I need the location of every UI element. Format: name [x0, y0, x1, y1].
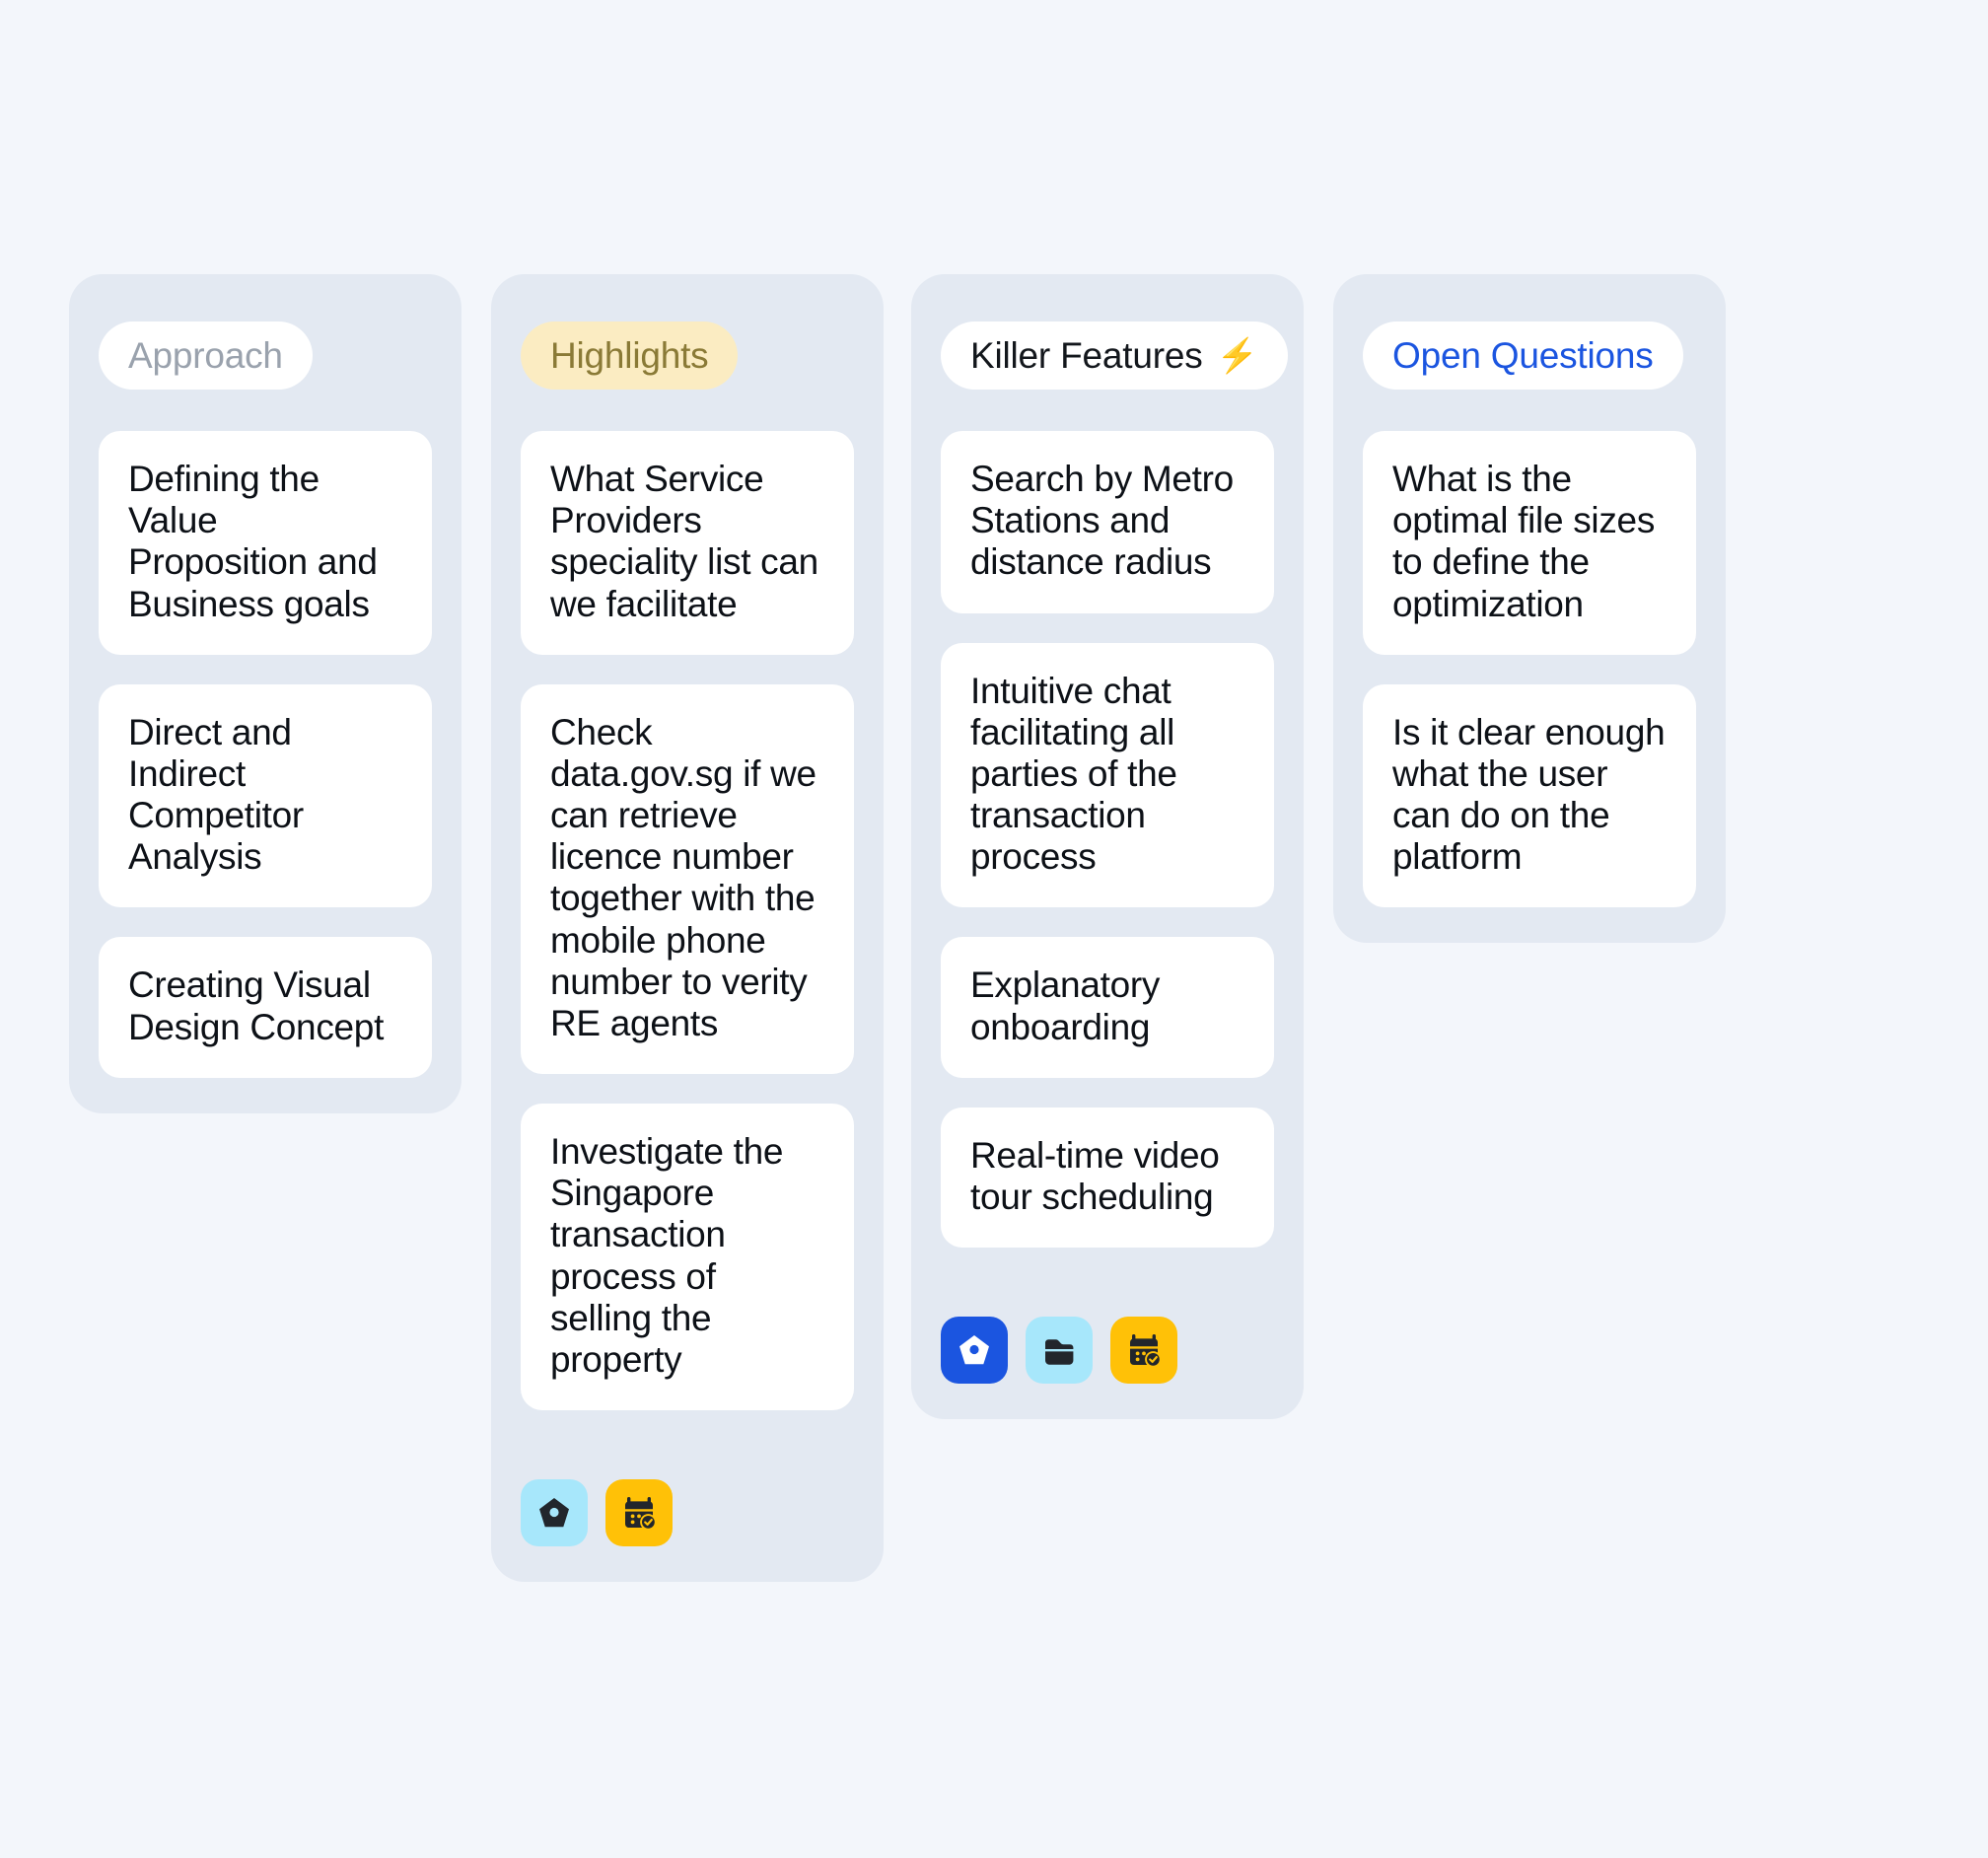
- card[interactable]: Creating Visual Design Concept: [99, 937, 432, 1078]
- card[interactable]: What Service Providers speciality list c…: [521, 431, 854, 655]
- lightning-bolt-icon: ⚡: [1216, 336, 1258, 375]
- card[interactable]: Explanatory onboarding: [941, 937, 1274, 1078]
- calendar-check-icon[interactable]: [605, 1479, 673, 1547]
- home-icon[interactable]: [941, 1317, 1008, 1385]
- card[interactable]: Direct and Indirect Competitor Analysis: [99, 683, 432, 908]
- column-header-killer-features[interactable]: Killer Features ⚡: [941, 322, 1288, 390]
- board-column-killer-features[interactable]: Killer Features ⚡ Search by Metro Statio…: [911, 274, 1304, 1420]
- column-icon-row: [941, 1317, 1177, 1385]
- board-column-approach[interactable]: Approach Defining the Value Proposition …: [69, 274, 462, 1113]
- column-header-highlights[interactable]: Highlights: [521, 322, 739, 390]
- column-header-approach[interactable]: Approach: [99, 322, 313, 390]
- card[interactable]: Check data.gov.sg if we can retrieve lic…: [521, 683, 854, 1075]
- card[interactable]: What is the optimal file sizes to define…: [1363, 431, 1696, 655]
- kanban-board: Approach Defining the Value Proposition …: [0, 0, 1988, 1858]
- card[interactable]: Search by Metro Stations and distance ra…: [941, 431, 1274, 613]
- home-icon[interactable]: [521, 1479, 588, 1547]
- card[interactable]: Real-time video tour scheduling: [941, 1107, 1274, 1249]
- column-icon-row: [521, 1479, 673, 1547]
- board-column-open-questions[interactable]: Open Questions What is the optimal file …: [1333, 274, 1726, 944]
- board-column-highlights[interactable]: Highlights What Service Providers specia…: [491, 274, 884, 1583]
- folder-icon[interactable]: [1026, 1317, 1093, 1385]
- card[interactable]: Defining the Value Proposition and Busin…: [99, 431, 432, 655]
- column-title-label: Open Questions: [1392, 335, 1654, 376]
- calendar-check-icon[interactable]: [1110, 1317, 1177, 1385]
- card[interactable]: Investigate the Singapore transaction pr…: [521, 1104, 854, 1411]
- column-header-open-questions[interactable]: Open Questions: [1363, 322, 1683, 390]
- column-title-label: Highlights: [550, 335, 709, 376]
- column-title-label: Killer Features: [970, 335, 1203, 376]
- column-title-label: Approach: [128, 335, 283, 376]
- card[interactable]: Is it clear enough what the user can do …: [1363, 683, 1696, 908]
- card[interactable]: Intuitive chat facilitating all parties …: [941, 642, 1274, 908]
